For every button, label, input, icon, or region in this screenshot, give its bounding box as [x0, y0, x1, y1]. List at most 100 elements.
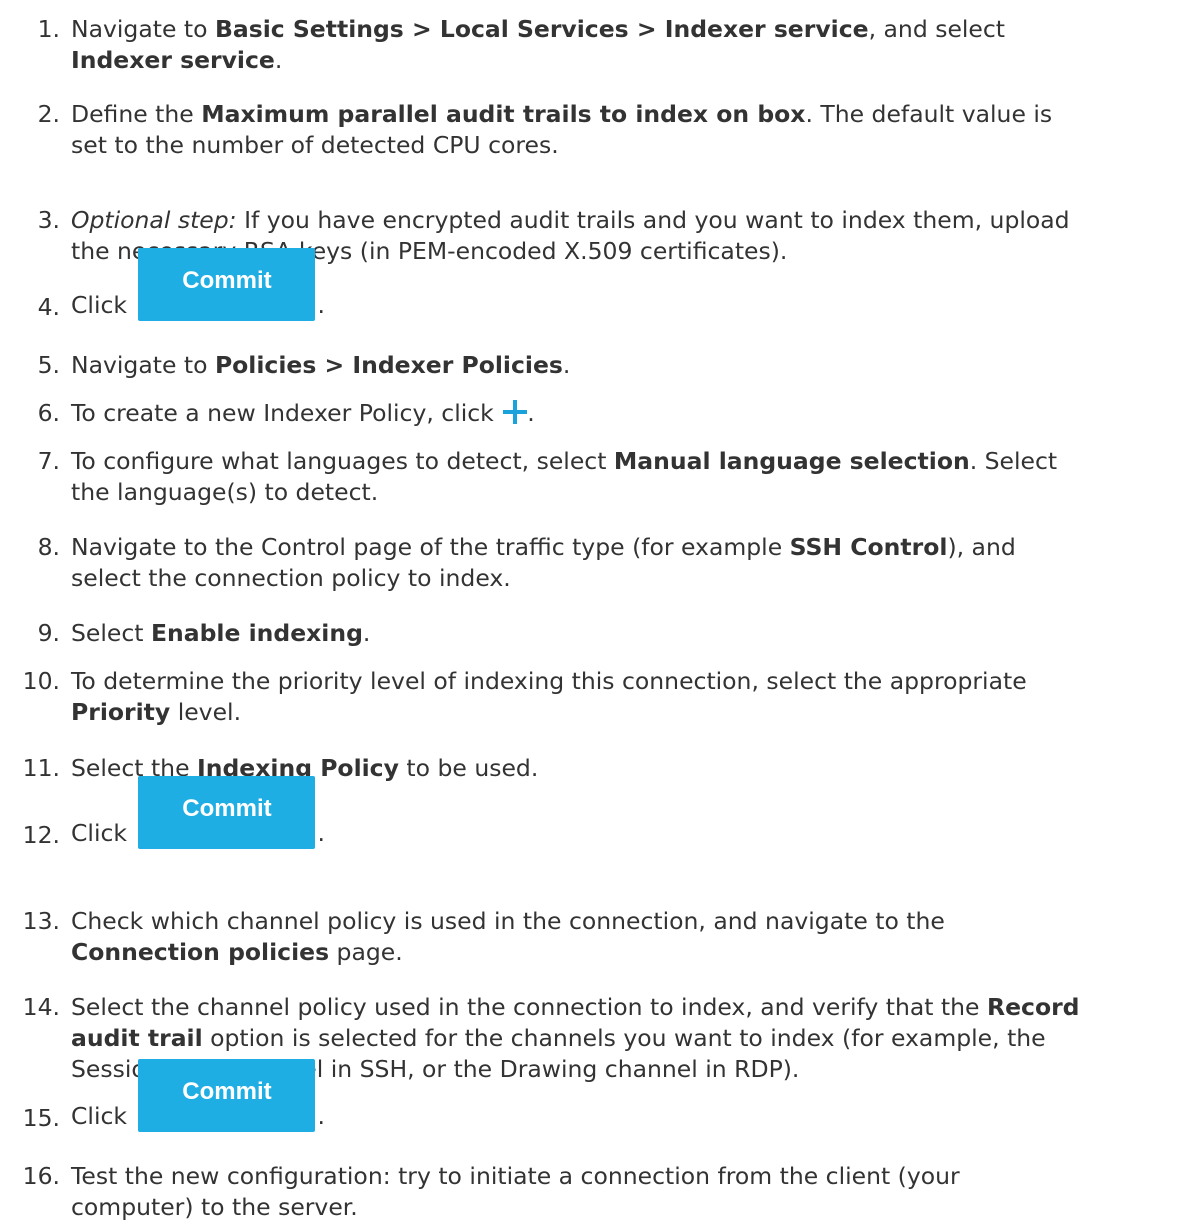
text-run: . Select: [969, 447, 1058, 475]
text-run: Navigate to: [71, 351, 215, 379]
step-number: 16.: [22, 1162, 60, 1190]
step-line: Click Commit.: [71, 248, 1191, 321]
step-number: 1.: [37, 15, 60, 43]
text-run: To create a new Indexer Policy, click: [71, 399, 502, 427]
step-text: Navigate to Basic Settings > Local Servi…: [71, 14, 1191, 76]
step-number: 11.: [22, 754, 60, 782]
step-number: 14.: [22, 993, 60, 1021]
procedure-steps: 1. Navigate to Basic Settings > Local Ser…: [0, 0, 1191, 1227]
text-run: .: [274, 46, 283, 74]
text-run: To determine the priority level of index…: [71, 667, 1027, 695]
step-text: To configure what languages to detect, s…: [71, 446, 1191, 508]
step-text: Check which channel policy is used in th…: [71, 906, 1191, 968]
text-run: Click: [71, 1102, 135, 1130]
step-line: Select Enable indexing.: [71, 618, 1191, 649]
step-line: set to the number of detected CPU cores.: [71, 130, 1191, 161]
commit-button[interactable]: Commit: [138, 1059, 316, 1132]
step-number: 13.: [22, 907, 60, 935]
text-run: Navigate to: [71, 15, 215, 43]
step-line: Navigate to Policies > Indexer Policies.: [71, 350, 1191, 381]
step-line: Indexer service.: [71, 45, 1191, 76]
step-number: 10.: [22, 667, 60, 695]
ui-term: Enable indexing: [150, 619, 363, 647]
step-number: 7.: [37, 447, 60, 475]
text-run: , and select: [868, 15, 1006, 43]
text-run: .: [562, 351, 571, 379]
text-run: Check which channel policy is used in th…: [71, 907, 945, 935]
text-run: set to the number of detected CPU cores.: [71, 131, 559, 159]
step-line: Click Commit.: [71, 776, 1191, 849]
text-run: .: [362, 619, 371, 647]
step-line: Navigate to Basic Settings > Local Servi…: [71, 14, 1191, 45]
step-line: computer) to the server.: [71, 1192, 1191, 1223]
step-line: Select the channel policy used in the co…: [71, 992, 1191, 1023]
commit-button[interactable]: Commit: [138, 248, 316, 321]
step-number: 8.: [37, 533, 60, 561]
ui-term: Maximum parallel audit trails to index o…: [201, 100, 806, 128]
step-text: Click Commit.: [71, 1059, 1191, 1132]
text-run: . The default value is: [805, 100, 1053, 128]
step-line: Optional step: If you have encrypted aud…: [71, 205, 1191, 236]
text-run: .: [317, 1102, 325, 1130]
text-run: Define the: [71, 100, 202, 128]
step-text: To determine the priority level of index…: [71, 666, 1191, 728]
ui-term: Connection policies: [71, 938, 330, 966]
step-text: Test the new configuration: try to initi…: [71, 1161, 1191, 1223]
text-run: page.: [329, 938, 403, 966]
text-run: To configure what languages to detect, s…: [71, 447, 614, 475]
step-text: Click Commit.: [71, 248, 1191, 321]
plus-icon[interactable]: [503, 400, 528, 424]
step-number: 4.: [37, 293, 60, 321]
text-run: the language(s) to detect.: [71, 478, 379, 506]
step-number: 5.: [37, 351, 60, 379]
ui-term: Policies > Indexer Policies: [214, 351, 563, 379]
ui-term: Indexer service: [71, 46, 275, 74]
text-run: .: [317, 819, 325, 847]
step-number: 2.: [37, 100, 60, 128]
step-line: Define the Maximum parallel audit trails…: [71, 99, 1191, 130]
step-line: audit trail option is selected for the c…: [71, 1023, 1191, 1054]
text-run: level.: [170, 698, 242, 726]
optional-label: Optional step:: [71, 206, 237, 234]
text-run: select the connection policy to index.: [71, 564, 511, 592]
text-run: computer) to the server.: [71, 1193, 358, 1221]
text-run: Test the new configuration: try to initi…: [71, 1162, 960, 1190]
step-line: Connection policies page.: [71, 937, 1191, 968]
text-run: Navigate to the Control page of the traf…: [71, 533, 790, 561]
step-line: the language(s) to detect.: [71, 477, 1191, 508]
ui-term: Priority: [71, 698, 171, 726]
step-text: Navigate to Policies > Indexer Policies.: [71, 350, 1191, 381]
step-line: Click Commit.: [71, 1059, 1191, 1132]
ui-term: Manual language selection: [613, 447, 970, 475]
text-run: Click: [71, 291, 135, 319]
ui-term: Basic Settings > Local Services > Indexe…: [214, 15, 869, 43]
ui-term: audit trail: [71, 1024, 203, 1052]
step-text: Select Enable indexing.: [71, 618, 1191, 649]
step-line: To configure what languages to detect, s…: [71, 446, 1191, 477]
step-text: Navigate to the Control page of the traf…: [71, 532, 1191, 594]
step-number: 3.: [37, 206, 60, 234]
ui-term: SSH Control: [789, 533, 948, 561]
step-line: Test the new configuration: try to initi…: [71, 1161, 1191, 1192]
step-text: To create a new Indexer Policy, click .: [71, 398, 1191, 429]
step-text: Define the Maximum parallel audit trails…: [71, 99, 1191, 161]
step-line: To create a new Indexer Policy, click .: [71, 398, 1191, 429]
text-run: .: [527, 399, 535, 427]
text-run: Click: [71, 819, 135, 847]
step-line: To determine the priority level of index…: [71, 666, 1191, 697]
step-line: Check which channel policy is used in th…: [71, 906, 1191, 937]
step-number: 6.: [37, 399, 60, 427]
text-run: .: [317, 291, 325, 319]
step-line: Navigate to the Control page of the traf…: [71, 532, 1191, 563]
text-run: Select: [71, 619, 151, 647]
step-line: Priority level.: [71, 697, 1191, 728]
ui-term: Record: [986, 993, 1080, 1021]
text-run: Select the channel policy used in the co…: [71, 993, 987, 1021]
commit-button[interactable]: Commit: [138, 776, 316, 849]
text-run: option is selected for the channels you …: [202, 1024, 1046, 1052]
text-run: If you have encrypted audit trails and y…: [236, 206, 1070, 234]
step-text: Click Commit.: [71, 776, 1191, 849]
step-number: 9.: [37, 619, 60, 647]
step-number: 12.: [22, 821, 60, 849]
text-run: ), and: [947, 533, 1016, 561]
